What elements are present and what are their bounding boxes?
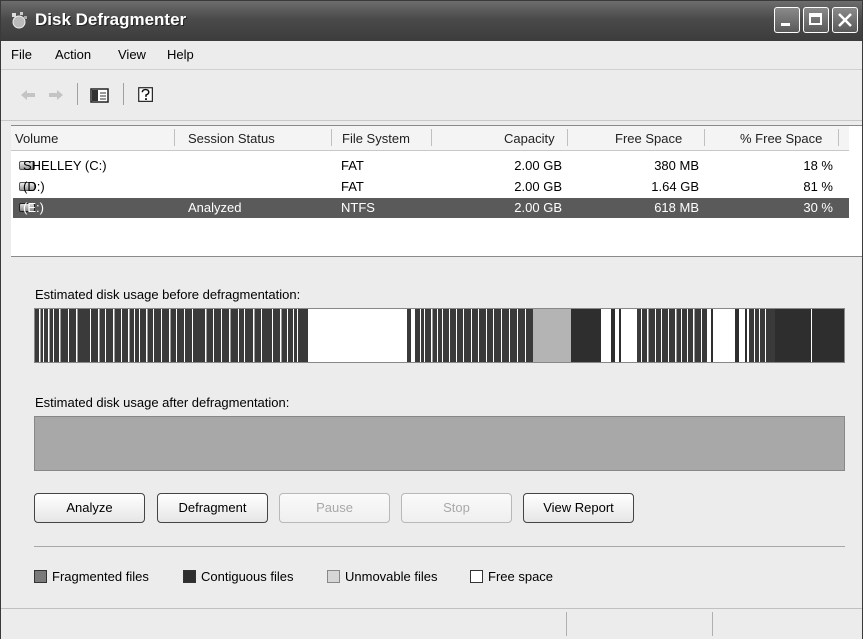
volume-row-selected[interactable]: (E:) Analyzed NTFS 2.00 GB 618 MB 30 % xyxy=(13,198,849,218)
disk-defragmenter-window: Disk Defragmenter File Action View Help xyxy=(0,0,863,639)
forward-arrow-icon[interactable] xyxy=(47,85,65,105)
toolbar-separator xyxy=(123,83,124,105)
list-header: Volume Session Status File System Capaci… xyxy=(11,126,849,151)
analyze-button[interactable]: Analyze xyxy=(34,493,145,523)
column-header-file-system[interactable]: File System xyxy=(342,131,410,146)
column-divider xyxy=(431,129,432,146)
title-bar[interactable]: Disk Defragmenter xyxy=(1,1,862,41)
percent-free-space: 18 % xyxy=(803,158,833,173)
minimize-button[interactable] xyxy=(774,7,800,33)
before-defrag-label: Estimated disk usage before defragmentat… xyxy=(35,287,301,302)
close-button[interactable] xyxy=(832,7,858,33)
percent-free-space: 30 % xyxy=(803,200,833,215)
defragmenter-app-icon xyxy=(12,12,27,29)
column-divider xyxy=(704,129,705,146)
status-bar xyxy=(1,608,862,639)
file-system: NTFS xyxy=(341,200,375,215)
free-space-swatch xyxy=(470,570,483,583)
volume-row[interactable]: SHELLEY (C:) FAT 2.00 GB 380 MB 18 % xyxy=(13,156,849,176)
toolbar-separator xyxy=(77,83,78,105)
column-divider xyxy=(567,129,568,146)
defragment-button[interactable]: Defragment xyxy=(157,493,268,523)
column-divider xyxy=(331,129,332,146)
capacity: 2.00 GB xyxy=(514,179,562,194)
disk-usage-after-bar xyxy=(34,416,845,471)
menu-file[interactable]: File xyxy=(11,47,32,62)
volume-name: (E:) xyxy=(23,200,44,215)
fragmented-swatch xyxy=(34,570,47,583)
window-title: Disk Defragmenter xyxy=(35,10,187,29)
status-bar-divider xyxy=(712,612,713,636)
file-system: FAT xyxy=(341,158,364,173)
show-hide-console-tree-icon[interactable] xyxy=(89,85,111,105)
menu-help[interactable]: Help xyxy=(167,47,194,62)
after-defrag-label: Estimated disk usage after defragmentati… xyxy=(35,395,290,410)
capacity: 2.00 GB xyxy=(514,200,562,215)
session-status: Analyzed xyxy=(188,200,242,215)
free-space: 380 MB xyxy=(654,158,699,173)
view-report-button[interactable]: View Report xyxy=(523,493,634,523)
column-divider xyxy=(174,129,175,146)
legend-unmovable-label: Unmovable files xyxy=(345,569,438,584)
volume-list[interactable]: Volume Session Status File System Capaci… xyxy=(11,125,862,257)
legend-fragmented-label: Fragmented files xyxy=(52,569,149,584)
column-divider xyxy=(838,129,839,146)
legend-contiguous-label: Contiguous files xyxy=(201,569,294,584)
toolbar xyxy=(1,70,862,121)
legend-free-space-label: Free space xyxy=(488,569,554,584)
contiguous-swatch xyxy=(183,570,196,583)
status-bar-divider xyxy=(566,612,567,636)
column-header-volume[interactable]: Volume xyxy=(15,131,58,146)
disk-usage-before-graphic xyxy=(35,309,844,362)
menu-view[interactable]: View xyxy=(118,47,146,62)
percent-free-space: 81 % xyxy=(803,179,833,194)
free-space: 618 MB xyxy=(654,200,699,215)
free-space: 1.64 GB xyxy=(651,179,699,194)
separator-line xyxy=(34,546,845,547)
column-header-free-space[interactable]: Free Space xyxy=(615,131,682,146)
volume-name: SHELLEY (C:) xyxy=(23,158,107,173)
menu-action[interactable]: Action xyxy=(55,47,91,62)
unmovable-swatch xyxy=(327,570,340,583)
volume-name: (D:) xyxy=(23,179,45,194)
column-header-percent-free-space[interactable]: % Free Space xyxy=(740,131,822,146)
column-header-capacity[interactable]: Capacity xyxy=(504,131,555,146)
capacity: 2.00 GB xyxy=(514,158,562,173)
maximize-button[interactable] xyxy=(803,7,829,33)
menu-bar: File Action View Help xyxy=(1,41,862,70)
file-system: FAT xyxy=(341,179,364,194)
disk-usage-before-bar xyxy=(34,308,845,363)
stop-button[interactable]: Stop xyxy=(401,493,512,523)
back-arrow-icon[interactable] xyxy=(19,85,37,105)
volume-row[interactable]: (D:) FAT 2.00 GB 1.64 GB 81 % xyxy=(13,177,849,197)
close-icon xyxy=(838,13,852,27)
help-icon[interactable] xyxy=(135,85,157,105)
column-header-session-status[interactable]: Session Status xyxy=(188,131,275,146)
pause-button[interactable]: Pause xyxy=(279,493,390,523)
